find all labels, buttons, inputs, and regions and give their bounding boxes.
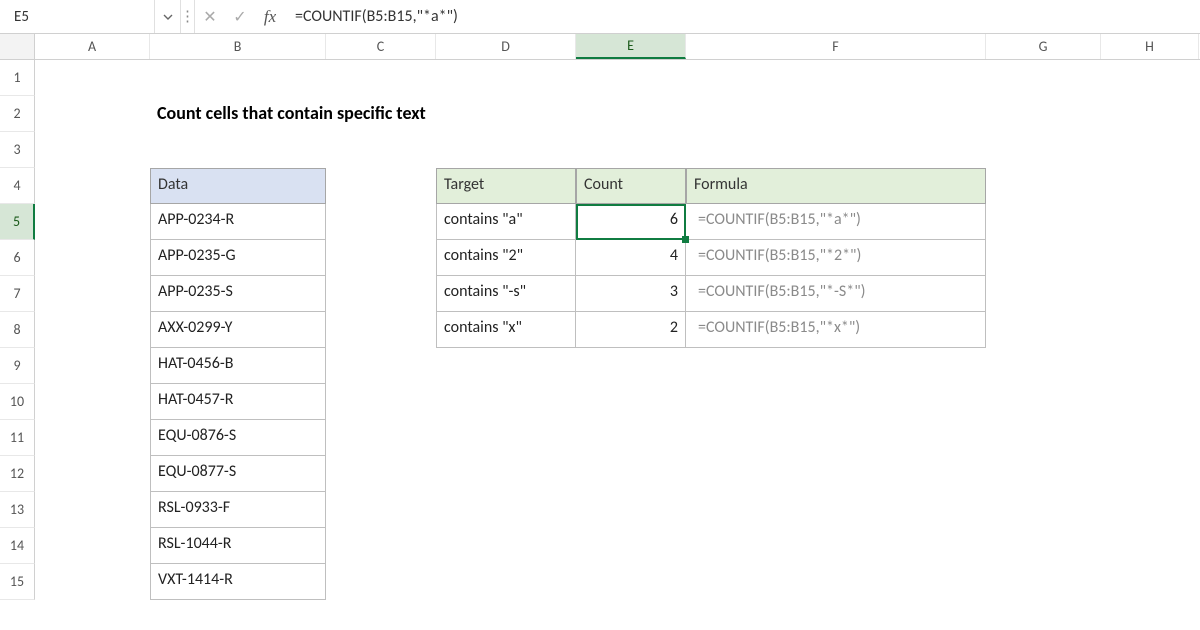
fx-icon: fx (264, 7, 276, 27)
target-cell[interactable]: contains "a" (436, 204, 576, 240)
row-header[interactable]: 9 (0, 348, 35, 384)
col-header-f[interactable]: F (686, 34, 986, 59)
row-header[interactable]: 1 (0, 60, 35, 96)
col-header-h[interactable]: H (1101, 34, 1199, 59)
col-header-c[interactable]: C (326, 34, 436, 59)
count-cell[interactable]: 3 (576, 276, 686, 312)
row-header[interactable]: 14 (0, 528, 35, 564)
formula-input[interactable]: =COUNTIF(B5:B15,"*a*") (285, 0, 1200, 33)
page-title: Count cells that contain specific text (150, 96, 326, 132)
target-cell[interactable]: contains "2" (436, 240, 576, 276)
cell-grid[interactable]: Count cells that contain specific text D… (35, 60, 1200, 600)
data-cell[interactable]: APP-0235-S (150, 276, 326, 312)
formula-cell[interactable]: =COUNTIF(B5:B15,"*2*") (686, 240, 986, 276)
check-icon: ✓ (233, 7, 246, 27)
col-header-b[interactable]: B (150, 34, 326, 59)
data-cell[interactable]: HAT-0456-B (150, 348, 326, 384)
row-header[interactable]: 11 (0, 420, 35, 456)
target-cell[interactable]: contains "x" (436, 312, 576, 348)
col-header-d[interactable]: D (436, 34, 576, 59)
enter-button[interactable]: ✓ (225, 0, 255, 33)
data-cell[interactable]: EQU-0877-S (150, 456, 326, 492)
formula-header[interactable]: Formula (686, 168, 986, 204)
row-header[interactable]: 6 (0, 240, 35, 276)
data-cell[interactable]: AXX-0299-Y (150, 312, 326, 348)
formula-bar: E5 ⋮ ✕ ✓ fx =COUNTIF(B5:B15,"*a*") (0, 0, 1200, 34)
col-header-a[interactable]: A (35, 34, 150, 59)
row-header[interactable]: 13 (0, 492, 35, 528)
data-cell[interactable]: VXT-1414-R (150, 564, 326, 600)
data-cell[interactable]: RSL-0933-F (150, 492, 326, 528)
row-header[interactable]: 10 (0, 384, 35, 420)
row-header[interactable]: 3 (0, 132, 35, 168)
data-cell[interactable]: EQU-0876-S (150, 420, 326, 456)
target-cell[interactable]: contains "-s" (436, 276, 576, 312)
target-header[interactable]: Target (436, 168, 576, 204)
data-cell[interactable]: RSL-1044-R (150, 528, 326, 564)
name-box-dropdown[interactable] (155, 0, 181, 33)
x-icon: ✕ (203, 7, 216, 27)
col-header-e[interactable]: E (576, 34, 686, 59)
data-cell[interactable]: HAT-0457-R (150, 384, 326, 420)
insert-function-button[interactable]: fx (255, 0, 285, 33)
spreadsheet: A B C D E F G H 1 2 3 4 5 6 7 8 9 10 11 … (0, 34, 1200, 600)
formula-cell[interactable]: =COUNTIF(B5:B15,"*-S*") (686, 276, 986, 312)
separator: ⋮ (181, 0, 195, 33)
name-box[interactable]: E5 (0, 0, 155, 33)
row-header[interactable]: 7 (0, 276, 35, 312)
data-header[interactable]: Data (150, 168, 326, 204)
data-cell[interactable]: APP-0235-G (150, 240, 326, 276)
select-all-corner[interactable] (0, 34, 35, 59)
col-header-g[interactable]: G (986, 34, 1101, 59)
data-cell[interactable]: APP-0234-R (150, 204, 326, 240)
row-header[interactable]: 8 (0, 312, 35, 348)
count-header[interactable]: Count (576, 168, 686, 204)
formula-cell[interactable]: =COUNTIF(B5:B15,"*x*") (686, 312, 986, 348)
row-header[interactable]: 5 (0, 204, 35, 240)
chevron-down-icon (162, 11, 174, 23)
row-header[interactable]: 15 (0, 564, 35, 600)
row-header[interactable]: 4 (0, 168, 35, 204)
count-cell[interactable]: 6 (576, 204, 686, 240)
formula-cell[interactable]: =COUNTIF(B5:B15,"*a*") (686, 204, 986, 240)
column-headers: A B C D E F G H (0, 34, 1200, 60)
row-headers: 1 2 3 4 5 6 7 8 9 10 11 12 13 14 15 (0, 60, 35, 600)
row-header[interactable]: 2 (0, 96, 35, 132)
selection-fill-handle[interactable] (682, 236, 689, 243)
count-cell[interactable]: 2 (576, 312, 686, 348)
row-header[interactable]: 12 (0, 456, 35, 492)
cancel-button[interactable]: ✕ (195, 0, 225, 33)
count-cell[interactable]: 4 (576, 240, 686, 276)
